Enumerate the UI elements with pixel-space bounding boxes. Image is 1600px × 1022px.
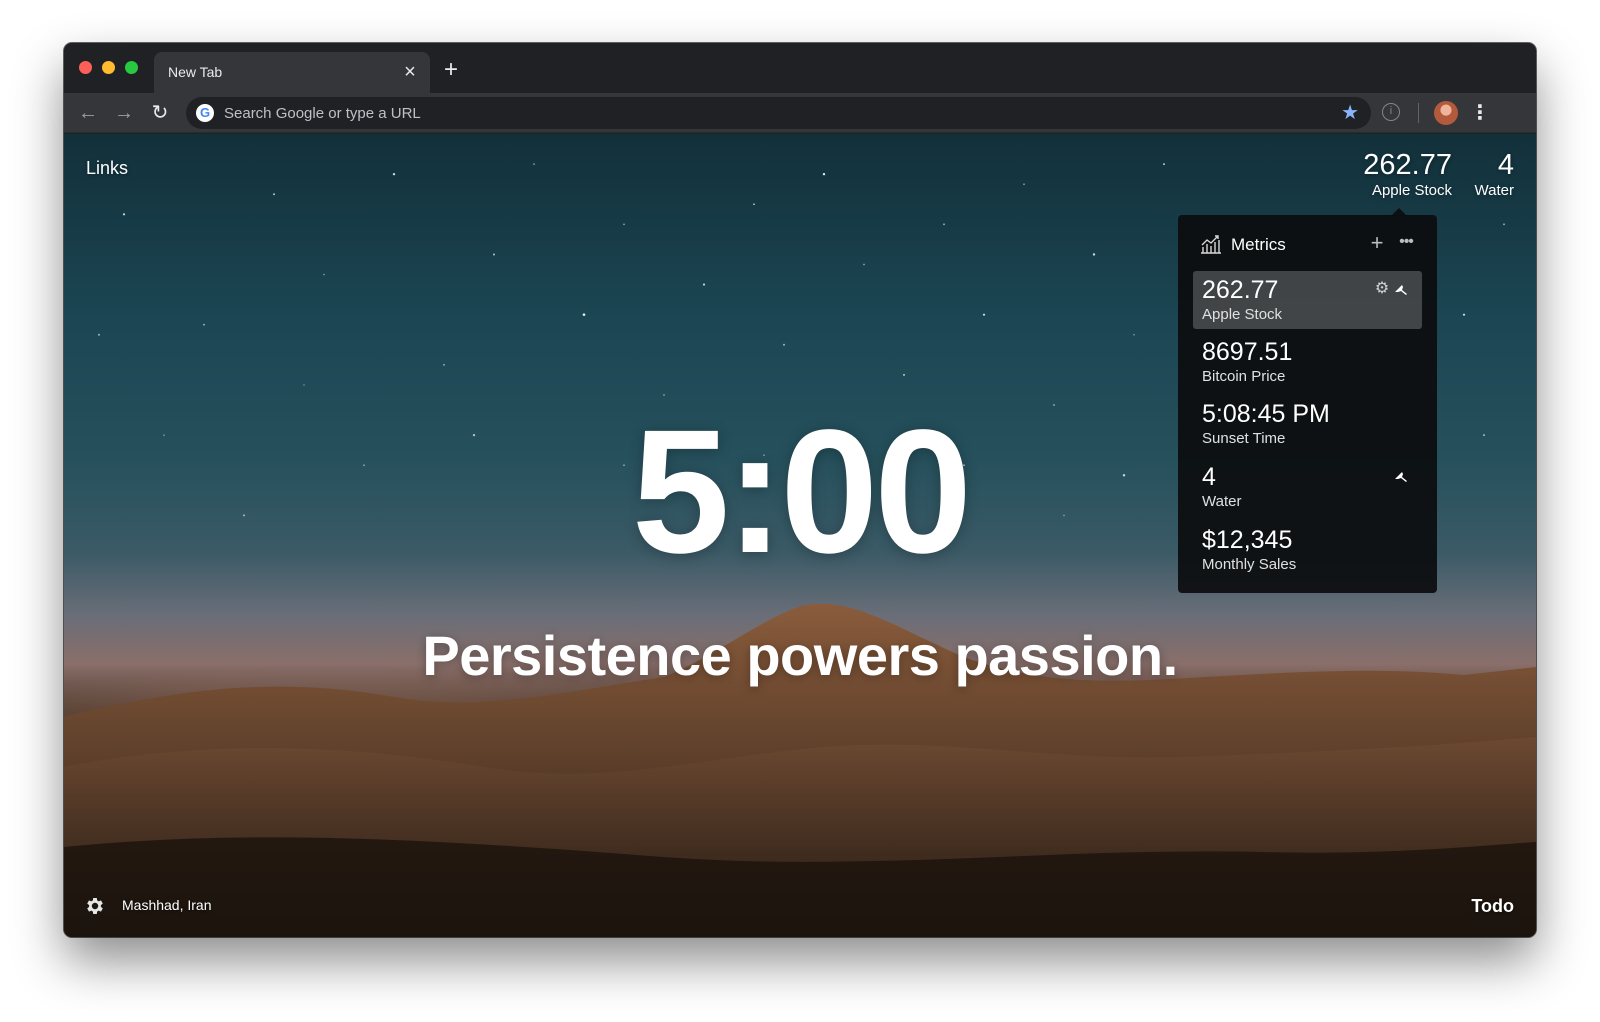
new-tab-button[interactable]: + [437, 56, 465, 84]
metric-value: $12,345 [1202, 526, 1293, 554]
tab-strip: New Tab × + [64, 43, 1536, 93]
metric-item-monthly-sales[interactable]: $12,345 Monthly Sales [1193, 521, 1422, 579]
search-input[interactable] [222, 97, 1122, 129]
pin-icon[interactable] [1394, 281, 1410, 297]
new-tab-page: Links 262.77 Apple Stock 4 Water 5:00 Pe… [64, 134, 1536, 937]
metric-value: 262.77 [1202, 276, 1279, 304]
more-options-icon[interactable]: ••• [1395, 231, 1417, 255]
top-metric-value: 4 [1497, 149, 1514, 181]
chart-icon [1201, 235, 1221, 254]
add-metric-button[interactable]: + [1367, 231, 1387, 255]
metrics-panel-header: Metrics + ••• [1178, 215, 1437, 271]
metric-value: 5:08:45 PM [1202, 400, 1330, 428]
mantra: Persistence powers passion. [422, 624, 1178, 687]
metrics-panel-title: Metrics [1231, 235, 1286, 254]
google-icon: G [196, 104, 214, 122]
toolbar-divider [1418, 103, 1419, 123]
metrics-panel: Metrics + ••• 262.77 Apple Stock ⚙ 8697.… [1178, 208, 1437, 593]
close-window-button[interactable] [79, 61, 92, 74]
metric-item-water[interactable]: 4 Water [1193, 458, 1422, 516]
location-label[interactable]: Mashhad, Iran [122, 897, 212, 913]
minimize-window-button[interactable] [102, 61, 115, 74]
metric-label: Bitcoin Price [1202, 368, 1286, 385]
maximize-window-button[interactable] [125, 61, 138, 74]
metric-item-bitcoin-price[interactable]: 8697.51 Bitcoin Price [1193, 333, 1422, 391]
settings-gear-icon[interactable] [84, 895, 106, 917]
top-metric-apple-stock[interactable]: 262.77 Apple Stock [1363, 148, 1452, 200]
browser-window: New Tab × + ← → ↻ G ★ i ⋮ [64, 43, 1536, 937]
top-metric-label: Water [1474, 182, 1514, 199]
back-arrow-icon[interactable]: ← [74, 99, 102, 127]
links-button[interactable]: Links [86, 158, 128, 179]
pin-icon[interactable] [1394, 468, 1410, 484]
metric-label: Sunset Time [1202, 430, 1286, 447]
top-metric-water[interactable]: 4 Water [1475, 148, 1514, 200]
todo-button[interactable]: Todo [1471, 896, 1514, 917]
top-metric-label: Apple Stock [1371, 182, 1452, 199]
tab-title: New Tab [168, 64, 223, 80]
top-metric-value: 262.77 [1363, 149, 1452, 181]
kebab-menu-icon[interactable]: ⋮ [1468, 99, 1492, 127]
metric-label: Apple Stock [1202, 306, 1283, 323]
metric-value: 8697.51 [1202, 338, 1293, 366]
close-tab-icon[interactable]: × [398, 60, 422, 84]
address-bar[interactable]: G ★ [186, 97, 1371, 129]
bookmark-star-icon[interactable]: ★ [1341, 101, 1359, 125]
metric-item-apple-stock[interactable]: 262.77 Apple Stock ⚙ [1193, 271, 1422, 329]
metric-item-sunset-time[interactable]: 5:08:45 PM Sunset Time [1193, 395, 1422, 453]
forward-arrow-icon[interactable]: → [110, 99, 138, 127]
tab-new-tab[interactable]: New Tab × [154, 52, 430, 93]
metric-label: Monthly Sales [1202, 556, 1297, 573]
metric-settings-icon[interactable]: ⚙ [1374, 281, 1390, 297]
metric-value: 4 [1202, 463, 1216, 491]
browser-toolbar: ← → ↻ G ★ i ⋮ [64, 93, 1536, 133]
info-icon[interactable]: i [1382, 103, 1400, 121]
reload-icon[interactable]: ↻ [146, 99, 174, 127]
profile-avatar[interactable] [1434, 101, 1458, 125]
metric-label: Water [1202, 493, 1242, 510]
